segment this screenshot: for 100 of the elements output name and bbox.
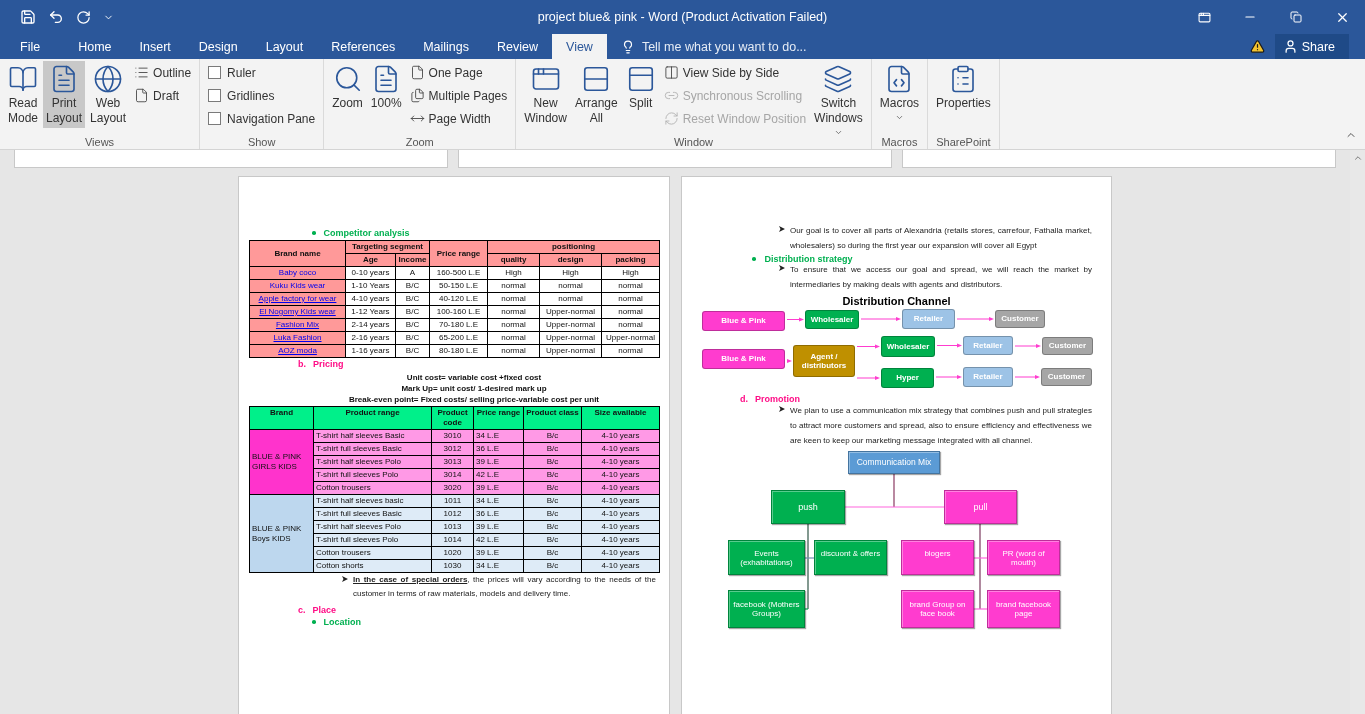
checkbox[interactable] xyxy=(208,112,222,125)
checkbox-label[interactable]: Gridlines xyxy=(227,88,275,103)
checkbox-label[interactable]: Navigation Pane xyxy=(227,111,316,126)
ribbon-tab[interactable]: References xyxy=(317,34,410,59)
header-cell: Product class xyxy=(523,406,582,430)
brand-link[interactable]: Kuku Kids wear xyxy=(269,281,326,290)
brand-link[interactable]: El Nogomy Kids wear xyxy=(259,307,336,316)
ribbon-button[interactable]: Draft xyxy=(131,84,195,107)
formula-text: Mark Up= unit cost/ 1-desired mark up xyxy=(400,383,548,394)
globe-icon xyxy=(93,64,124,94)
ribbon-tab[interactable]: View xyxy=(552,34,607,59)
group-label: Window xyxy=(672,135,715,149)
arrow xyxy=(856,376,880,380)
diagram-node: Communication Mix xyxy=(848,451,940,474)
group-label: Show xyxy=(246,135,277,149)
diagram-node: facebook (Mothers Groups) xyxy=(728,590,805,628)
ribbon-button[interactable]: Page Width xyxy=(406,107,511,130)
ribbon-button[interactable]: New Window xyxy=(521,61,570,128)
diagram-node: Customer xyxy=(1042,337,1093,355)
bullet-icon xyxy=(752,257,756,261)
columns-icon xyxy=(663,65,679,80)
section-heading: Promotion xyxy=(755,394,800,404)
table-cell: BLUE & PINK GIRLS KIDS xyxy=(249,429,314,495)
restore-icon xyxy=(1290,11,1302,23)
group-label: Zoom xyxy=(404,135,435,149)
ribbon-button[interactable]: Multiple Pages xyxy=(406,84,511,107)
paragraph: Our goal is to cover all parts of Alexandria (retails stores, carrefour, Fathalla market, wholesalers) so during the first year our expansion will cover all Egypt xyxy=(790,225,1092,252)
scroll-up-icon[interactable] xyxy=(1352,153,1363,163)
ribbon-tab[interactable]: Review xyxy=(483,34,552,59)
ribbon-button[interactable]: Properties xyxy=(933,61,994,113)
diagram-node: Blue & Pink xyxy=(702,349,785,369)
paragraph: To ensure that we access our goal and spread, we will reach the market by intermediaries by making deals with agents and distributors. xyxy=(790,264,1092,291)
ribbon-button[interactable]: Macros xyxy=(876,61,923,124)
list-icon xyxy=(134,65,150,80)
diagram-node: Retailer xyxy=(963,336,1013,355)
diagram-node: Wholesaler xyxy=(881,336,935,357)
brand-link[interactable]: Apple factory for wear xyxy=(258,294,337,303)
list-marker: d. xyxy=(740,394,748,404)
ribbon-button[interactable]: Split xyxy=(622,61,659,113)
warning-icon[interactable] xyxy=(1249,39,1265,54)
brand-link[interactable]: Baby coco xyxy=(278,268,317,277)
ribbon-tab[interactable]: Mailings xyxy=(409,34,483,59)
ribbon-button[interactable]: Zoom xyxy=(329,61,366,113)
brand-link[interactable]: AOZ moda xyxy=(278,346,317,355)
arrow xyxy=(786,317,804,322)
diagram-title: Distribution Channel xyxy=(841,295,952,308)
arrow-bullet-icon xyxy=(779,406,785,412)
brand-link[interactable]: Fashion Mix xyxy=(275,320,320,329)
ribbon-button[interactable]: View Side by Side xyxy=(660,61,810,84)
diagram-node: Agent / distributors xyxy=(793,345,855,377)
diagram-node: blogers xyxy=(901,540,974,575)
ribbon-button[interactable]: Read Mode xyxy=(5,61,41,128)
ribbon-button[interactable]: Print Layout xyxy=(43,61,86,128)
header-cell: Product range xyxy=(313,406,432,430)
list-marker: c. xyxy=(298,605,306,615)
diagram-node: Customer xyxy=(995,310,1045,328)
ribbon-button[interactable]: One Page xyxy=(406,61,511,84)
arrow xyxy=(856,344,880,349)
diagram-node: discuont & offers xyxy=(814,540,887,575)
group-label: Macros xyxy=(880,135,919,149)
header-cell: positioning xyxy=(487,240,660,254)
section-heading: Distribution strategy xyxy=(764,254,853,264)
save-icon[interactable] xyxy=(20,9,36,25)
book-icon xyxy=(8,64,38,94)
diagram-node: Blue & Pink xyxy=(702,311,785,331)
ribbon-button[interactable]: Outline xyxy=(131,61,195,84)
section-heading: Pricing xyxy=(313,359,344,369)
header-cell: Product code xyxy=(431,406,474,430)
ribbon-button[interactable]: 100% xyxy=(367,61,405,113)
pages-icon xyxy=(409,88,425,103)
checkbox-label[interactable]: Ruler xyxy=(227,65,256,80)
list-marker: b. xyxy=(298,359,306,369)
person-icon xyxy=(1282,39,1298,54)
arrow xyxy=(786,359,792,363)
tell-me-field[interactable]: Tell me what you want to do... xyxy=(639,38,844,55)
section-heading: Place xyxy=(312,605,337,615)
ribbon-tab[interactable]: File xyxy=(0,34,65,59)
windows-icon xyxy=(823,64,854,94)
page-icon xyxy=(134,88,150,103)
diagram-node: Wholesaler xyxy=(805,310,859,329)
header-cell: Size available xyxy=(581,406,660,430)
header-cell: Brand name xyxy=(249,240,346,267)
diagram-node: Hyper xyxy=(881,368,934,388)
undo-icon[interactable] xyxy=(48,9,64,25)
ribbon-button[interactable]: Arrange All xyxy=(571,61,621,128)
ribbon-tab[interactable]: Home xyxy=(64,34,126,59)
refresh-icon xyxy=(663,111,679,126)
ribbon-button[interactable]: Switch Windows xyxy=(811,61,866,139)
header-cell: Targeting segment xyxy=(345,240,430,254)
ribbon-button[interactable]: Web Layout xyxy=(87,61,130,128)
ribbon-tab[interactable]: Insert xyxy=(125,34,185,59)
redo-icon[interactable] xyxy=(76,9,91,25)
brand-link[interactable]: Luka Fashion xyxy=(273,333,322,342)
checkbox[interactable] xyxy=(208,66,222,79)
share-button[interactable]: Share xyxy=(1274,34,1349,59)
checkbox[interactable] xyxy=(208,89,222,102)
arrow xyxy=(860,317,901,321)
ribbon-tab[interactable]: Design xyxy=(184,34,252,59)
section-heading: Location xyxy=(323,617,361,627)
ribbon-tab[interactable]: Layout xyxy=(251,34,318,59)
